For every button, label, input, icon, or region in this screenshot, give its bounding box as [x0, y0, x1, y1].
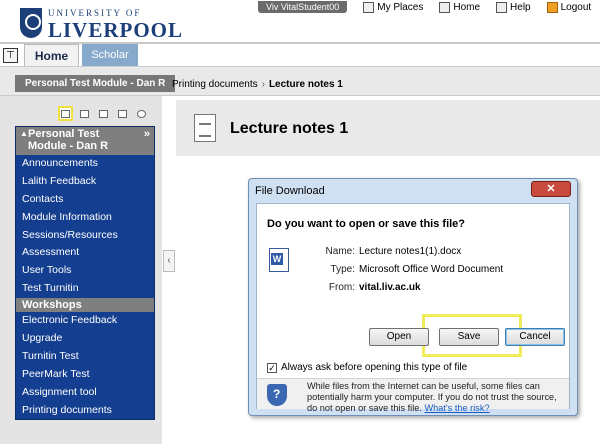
tab-home[interactable]: Home: [24, 44, 79, 66]
menu-item-test-turnitin[interactable]: Test Turnitin: [16, 280, 154, 298]
file-name-label: Name:: [325, 246, 355, 257]
dialog-question: Do you want to open or save this file?: [267, 218, 466, 230]
crest-icon: [20, 8, 42, 38]
collapse-sidebar-handle[interactable]: ‹: [163, 250, 175, 272]
logout-icon: [546, 1, 558, 13]
menu-item-sessions-resources[interactable]: Sessions/Resources: [16, 227, 154, 245]
document-icon: [194, 114, 216, 142]
dialog-title: File Download: [255, 185, 325, 197]
list-view-icon[interactable]: [58, 106, 73, 121]
user-name-badge: Viv VitalStudent00: [258, 1, 348, 13]
file-download-dialog: File Download ✕ Do you want to open or s…: [248, 178, 578, 416]
my-places-link[interactable]: My Places: [363, 1, 424, 13]
menu-divider-workshops: Workshops: [16, 298, 154, 313]
save-button[interactable]: Save: [439, 328, 499, 346]
page-header: UNIVERSITY OF LIVERPOOL Viv VitalStudent…: [0, 0, 600, 66]
logo-university-line: UNIVERSITY OF: [48, 8, 142, 18]
menu-item-turnitin-test[interactable]: Turnitin Test: [16, 348, 154, 366]
always-ask-label: Always ask before opening this type of f…: [281, 362, 468, 373]
folder-view-icon[interactable]: [77, 106, 92, 121]
file-name-value: Lecture notes1(1).docx: [359, 246, 462, 257]
menu-item-announcements[interactable]: Announcements: [16, 155, 154, 173]
top-links: Viv VitalStudent00 My Places Home Help L…: [258, 0, 591, 14]
logout-link[interactable]: Logout: [546, 1, 592, 13]
menu-view-tools: [58, 106, 149, 121]
my-places-label: My Places: [377, 1, 424, 13]
tab-scholar[interactable]: Scholar: [82, 44, 138, 66]
new-window-icon[interactable]: [115, 106, 130, 121]
university-logo[interactable]: UNIVERSITY OF LIVERPOOL: [20, 6, 182, 42]
open-button[interactable]: Open: [369, 328, 429, 346]
dialog-body: Do you want to open or save this file? N…: [256, 203, 570, 413]
breadcrumb-module[interactable]: Personal Test Module - Dan R: [15, 75, 176, 92]
menu-item-assessment[interactable]: Assessment: [16, 244, 154, 262]
course-menu: ▲ Personal Test Module - Dan R » Announc…: [15, 126, 155, 421]
collapse-arrow-icon: ▲: [20, 129, 28, 138]
word-document-icon: [269, 248, 289, 272]
refresh-icon[interactable]: [134, 106, 149, 121]
course-menu-column: ▲ Personal Test Module - Dan R » Announc…: [0, 96, 162, 444]
dialog-warning-footer: While files from the Internet can be use…: [257, 378, 569, 413]
help-icon: [496, 1, 508, 13]
tree-view-icon[interactable]: [96, 106, 111, 121]
menu-item-lalith-feedback[interactable]: Lalith Feedback: [16, 173, 154, 191]
always-ask-option[interactable]: ✓ Always ask before opening this type of…: [267, 362, 467, 373]
help-label: Help: [510, 1, 531, 13]
menu-item-electronic-feedback[interactable]: Electronic Feedback: [16, 312, 154, 330]
warning-text: While files from the Internet can be use…: [307, 381, 565, 414]
breadcrumb-bar: Personal Test Module - Dan R Printing do…: [0, 66, 600, 96]
help-link[interactable]: Help: [496, 1, 531, 13]
menu-item-user-tools[interactable]: User Tools: [16, 262, 154, 280]
home-link[interactable]: Home: [439, 1, 481, 13]
breadcrumb-current: Lecture notes 1: [268, 79, 343, 90]
menu-item-contacts[interactable]: Contacts: [16, 191, 154, 209]
breadcrumb: Printing documents › Lecture notes 1: [172, 79, 343, 90]
home-icon: [439, 1, 451, 13]
page-tools-icon[interactable]: ⊤: [3, 48, 18, 63]
breadcrumb-separator: ›: [261, 79, 265, 90]
file-type-row: Type: Microsoft Office Word Document: [291, 264, 504, 275]
menu-item-assignment-tool[interactable]: Assignment tool: [16, 384, 154, 402]
menu-item-upgrade[interactable]: Upgrade: [16, 330, 154, 348]
home-label: Home: [453, 1, 481, 13]
breadcrumb-link-printing[interactable]: Printing documents: [172, 79, 258, 90]
whats-the-risk-link[interactable]: What's the risk?: [424, 403, 489, 413]
dialog-close-button[interactable]: ✕: [531, 181, 571, 197]
logo-university-name: LIVERPOOL: [48, 18, 184, 42]
file-from-row: From: vital.liv.ac.uk: [291, 282, 421, 293]
cancel-button[interactable]: Cancel: [505, 328, 565, 346]
menu-item-peermark-test[interactable]: PeerMark Test: [16, 366, 154, 384]
file-type-label: Type:: [330, 264, 355, 275]
file-from-value: vital.liv.ac.uk: [359, 282, 421, 293]
content-header: Lecture notes 1: [176, 100, 600, 156]
menu-item-module-information[interactable]: Module Information: [16, 209, 154, 227]
file-name-row: Name: Lecture notes1(1).docx: [291, 246, 462, 257]
always-ask-checkbox[interactable]: ✓: [267, 362, 277, 373]
file-from-label: From:: [328, 282, 355, 293]
my-places-icon: [363, 1, 375, 13]
file-type-value: Microsoft Office Word Document: [359, 264, 504, 275]
menu-item-printing-documents[interactable]: Printing documents: [16, 402, 154, 420]
course-menu-header[interactable]: ▲ Personal Test Module - Dan R »: [16, 127, 154, 155]
course-menu-title: Personal Test Module - Dan R: [28, 128, 109, 152]
collapse-menu-icon[interactable]: »: [144, 128, 150, 140]
shield-icon: [267, 384, 287, 406]
page-title: Lecture notes 1: [230, 120, 349, 137]
logout-label: Logout: [560, 1, 592, 13]
